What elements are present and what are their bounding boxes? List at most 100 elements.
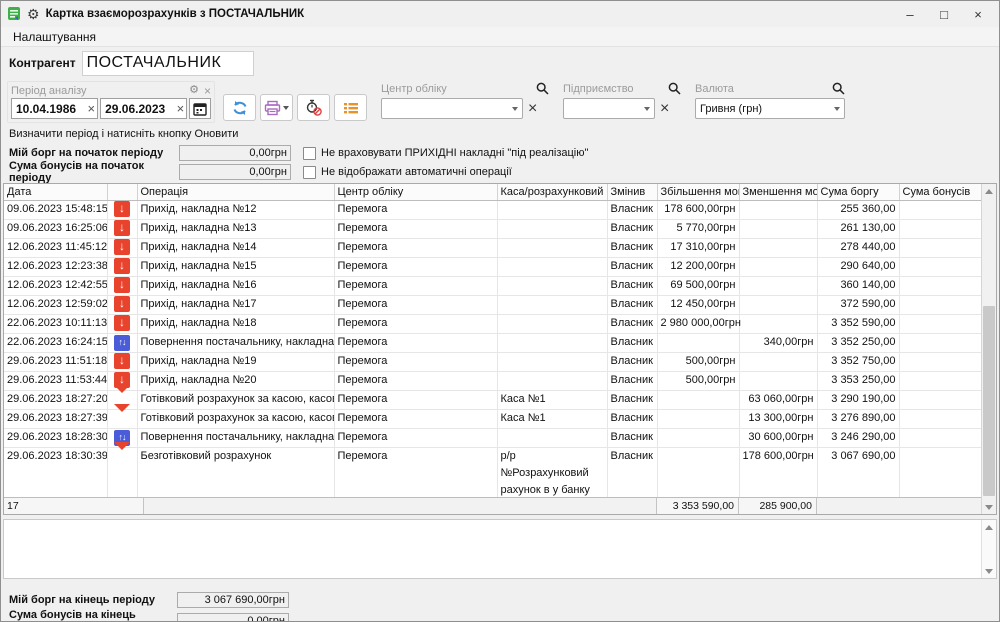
center-combobox[interactable]	[381, 98, 523, 119]
table-row[interactable]: 29.06.2023 18:27:39Готівковий розрахунок…	[4, 409, 981, 428]
counterparty-value[interactable]: ПОСТАЧАЛЬНИК	[82, 51, 254, 76]
cell-bonus	[899, 295, 981, 314]
footer-spacer	[144, 498, 657, 514]
table-row[interactable]: 22.06.2023 16:24:15↑↓Повернення постачал…	[4, 333, 981, 352]
settings-gear-icon[interactable]: ⚙	[27, 7, 40, 21]
notes-scroll-up-icon[interactable]	[982, 520, 996, 534]
grid-header-row: Дата Операція Центр обліку Каса/розрахун…	[4, 184, 981, 200]
incoming-invoice-icon: ↓	[114, 315, 130, 331]
minimize-button[interactable]: –	[893, 3, 927, 25]
cell-operation: Прихід, накладна №14	[137, 238, 334, 257]
column-header-debt[interactable]: Сума боргу	[817, 184, 899, 200]
table-row[interactable]: 29.06.2023 18:28:30↑↓Повернення постачал…	[4, 428, 981, 447]
table-row[interactable]: 29.06.2023 11:51:18↓Прихід, накладна №19…	[4, 352, 981, 371]
hide-auto-operations-checkbox-label: Не відображати автоматичні операції	[321, 166, 512, 178]
enterprise-search-icon[interactable]	[668, 82, 681, 95]
close-button[interactable]: ×	[961, 3, 995, 25]
cell-operation: Прихід, накладна №13	[137, 219, 334, 238]
column-header-bonus[interactable]: Сума бонусів	[899, 184, 981, 200]
cell-increase	[657, 333, 739, 352]
table-row[interactable]: 12.06.2023 12:59:02↓Прихід, накладна №17…	[4, 295, 981, 314]
column-header-center[interactable]: Центр обліку	[334, 184, 497, 200]
date-to-input[interactable]: 29.06.2023 ×	[100, 98, 187, 119]
time-filter-button[interactable]	[297, 94, 330, 121]
cell-bonus	[899, 352, 981, 371]
cell-decrease	[739, 371, 817, 390]
cell-cash-account	[497, 428, 607, 447]
column-header-decrease[interactable]: Зменшення мог...	[739, 184, 817, 200]
exclude-incoming-checkbox[interactable]	[303, 147, 316, 160]
cell-changed-by: Власник	[607, 390, 657, 409]
currency-combobox[interactable]: Гривня (грн)	[695, 98, 845, 119]
payment-arrow-icon	[114, 448, 130, 465]
toolbar	[223, 94, 367, 121]
center-clear-icon[interactable]: ×	[528, 101, 537, 117]
cell-operation-icon: ↓	[107, 276, 137, 295]
table-row[interactable]: 29.06.2023 18:27:20Готівковий розрахунок…	[4, 390, 981, 409]
scroll-down-icon[interactable]	[982, 500, 996, 514]
app-icon	[7, 6, 23, 22]
maximize-button[interactable]: □	[927, 3, 961, 25]
date-to-clear-icon[interactable]: ×	[177, 101, 185, 116]
cell-debt: 360 140,00	[817, 276, 899, 295]
currency-search-icon[interactable]	[832, 82, 845, 95]
cell-increase: 17 310,00грн	[657, 238, 739, 257]
period-gear-icon[interactable]: ⚙	[189, 85, 199, 96]
table-row[interactable]: 09.06.2023 16:25:06↓Прихід, накладна №13…	[4, 219, 981, 238]
cell-center: Перемога	[334, 371, 497, 390]
notes-vertical-scrollbar[interactable]	[981, 520, 996, 578]
grid-vertical-scrollbar[interactable]	[981, 184, 996, 514]
counterparty-label: Контрагент	[9, 56, 76, 70]
column-header-date[interactable]: Дата	[4, 184, 107, 200]
notes-panel[interactable]	[3, 519, 997, 579]
column-header-increase[interactable]: Збільшення мог...	[657, 184, 739, 200]
printer-icon	[264, 100, 281, 116]
increase-total: 3 353 590,00	[657, 498, 739, 514]
column-header-changed[interactable]: Змінив	[607, 184, 657, 200]
cell-debt: 3 352 750,00	[817, 352, 899, 371]
menu-item-settings[interactable]: Налаштування	[9, 28, 100, 46]
hide-auto-operations-checkbox[interactable]	[303, 166, 316, 179]
closing-bonus-field: 0,00грн	[177, 613, 289, 622]
scrollbar-thumb[interactable]	[983, 306, 995, 496]
enterprise-clear-icon[interactable]: ×	[660, 101, 669, 117]
cell-decrease	[739, 238, 817, 257]
enterprise-combobox[interactable]	[563, 98, 655, 119]
print-button[interactable]	[260, 94, 293, 121]
table-row[interactable]: 12.06.2023 12:42:55↓Прихід, накладна №16…	[4, 276, 981, 295]
cell-center: Перемога	[334, 333, 497, 352]
center-search-icon[interactable]	[536, 82, 549, 95]
refresh-button[interactable]	[223, 94, 256, 121]
date-from-input[interactable]: 10.04.1986 ×	[11, 98, 98, 119]
cell-increase	[657, 447, 739, 497]
table-row[interactable]: 22.06.2023 10:11:13↓Прихід, накладна №18…	[4, 314, 981, 333]
incoming-invoice-icon: ↓	[114, 258, 130, 274]
cell-changed-by: Власник	[607, 219, 657, 238]
table-row[interactable]: 12.06.2023 11:45:12↓Прихід, накладна №14…	[4, 238, 981, 257]
cell-bonus	[899, 238, 981, 257]
details-list-button[interactable]	[334, 94, 367, 121]
column-header-icon[interactable]	[107, 184, 137, 200]
table-row[interactable]: 12.06.2023 12:23:38↓Прихід, накладна №15…	[4, 257, 981, 276]
calendar-button[interactable]	[189, 98, 211, 119]
incoming-invoice-icon: ↓	[114, 220, 130, 236]
cell-decrease: 340,00грн	[739, 333, 817, 352]
notes-scroll-down-icon[interactable]	[982, 564, 996, 578]
period-close-icon[interactable]: ×	[204, 85, 211, 97]
cell-decrease: 178 600,00грн	[739, 447, 817, 497]
table-row[interactable]: 09.06.2023 15:48:15↓Прихід, накладна №12…	[4, 200, 981, 219]
table-row[interactable]: 29.06.2023 18:30:39Безготівковий розраху…	[4, 447, 981, 497]
column-header-operation[interactable]: Операція	[137, 184, 334, 200]
cell-changed-by: Власник	[607, 447, 657, 497]
center-filter-label: Центр обліку	[381, 83, 447, 95]
incoming-invoice-icon: ↓	[114, 353, 130, 369]
date-from-clear-icon[interactable]: ×	[88, 101, 96, 116]
scroll-up-icon[interactable]	[982, 184, 996, 198]
column-header-cash[interactable]: Каса/розрахунковий ра...	[497, 184, 607, 200]
payment-arrow-icon	[114, 410, 130, 427]
print-dropdown-arrow-icon[interactable]	[283, 106, 289, 110]
cell-bonus	[899, 276, 981, 295]
cell-center: Перемога	[334, 352, 497, 371]
table-row[interactable]: 29.06.2023 11:53:44↓Прихід, накладна №20…	[4, 371, 981, 390]
period-group: Період аналізу ⚙ × 10.04.1986 × 29.06.20…	[7, 81, 215, 123]
